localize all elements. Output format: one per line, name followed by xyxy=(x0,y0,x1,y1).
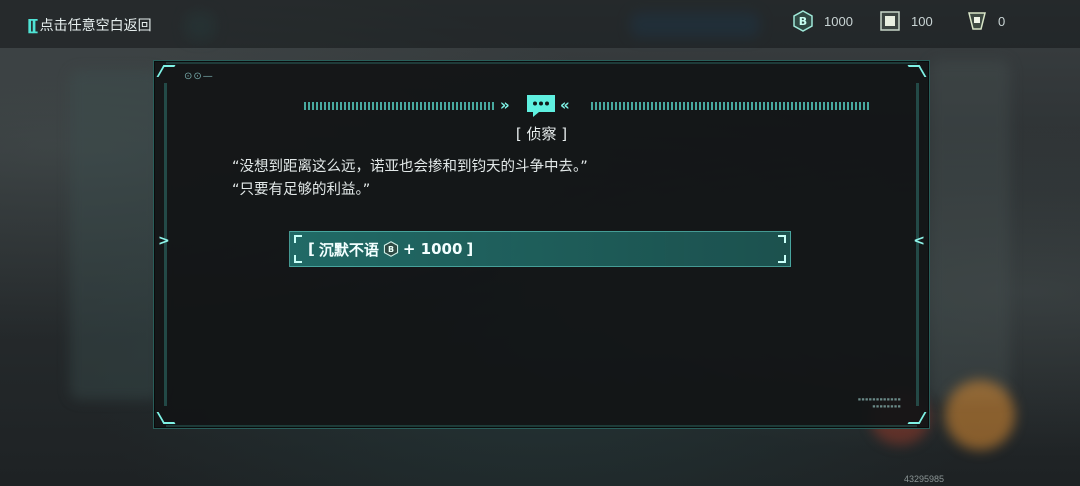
choice-corner xyxy=(294,235,302,243)
ticket-count: 0 xyxy=(998,13,1006,29)
chat-bubble-icon xyxy=(527,95,555,117)
coin-count: 1000 xyxy=(824,13,853,29)
chip-icon xyxy=(879,10,901,32)
corner-bottom-left xyxy=(156,412,176,424)
ticket-icon xyxy=(966,10,988,32)
choice-option-silent[interactable]: [ 沉默不语 B + 1000 ] xyxy=(289,231,791,267)
dialog-title: [ 侦察 ] xyxy=(515,125,568,143)
corner-top-left xyxy=(156,65,176,77)
choice-content: [ 沉默不语 B + 1000 ] xyxy=(308,239,473,260)
dialogue-text: “没想到距离这么远，诺亚也会掺和到钧天的斗争中去。” “只要有足够的利益。” xyxy=(232,156,588,202)
dialogue-line: “没想到距离这么远，诺亚也会掺和到钧天的斗争中去。” xyxy=(232,159,588,175)
bracket-icon: [[ xyxy=(27,15,39,35)
dialog-panel: > < ⊙⊙— » « [ 侦察 ] “没想到距离这么远，诺亚也会掺和到钧天的斗… xyxy=(153,60,930,429)
dialogue-line: “只要有足够的利益。” xyxy=(232,182,371,198)
chip-count: 100 xyxy=(911,13,933,29)
choice-corner xyxy=(778,235,786,243)
coin-icon: B xyxy=(792,10,814,32)
top-bar: [[ 点击任意空白返回 B 1000 100 0 xyxy=(0,0,1080,48)
resource-chip[interactable]: 100 xyxy=(879,10,933,32)
corner-bottom-right xyxy=(907,412,927,424)
resource-ticket[interactable]: 0 xyxy=(966,10,1005,32)
right-arrow-icon: < xyxy=(913,233,925,249)
choice-bracket-close: ] xyxy=(466,240,474,258)
choice-corner xyxy=(778,255,786,263)
dialog-header: » « xyxy=(304,94,869,118)
corner-top-right xyxy=(907,65,927,77)
resource-coin[interactable]: B 1000 xyxy=(792,10,853,32)
header-stripe-left xyxy=(304,102,496,110)
header-stripe-right xyxy=(591,102,869,110)
chevron-left-icon: « xyxy=(560,96,570,114)
panel-bottom-line xyxy=(166,425,917,427)
left-arrow-icon: > xyxy=(158,233,170,249)
dots-icon: ⊙⊙— xyxy=(184,71,214,82)
back-button[interactable]: [[ 点击任意空白返回 xyxy=(27,15,152,35)
decorative-barcode: ▪▪▪▪▪▪▪▪▪▪▪▪ ▪▪▪▪▪▪▪▪ xyxy=(857,396,901,410)
svg-text:B: B xyxy=(799,15,807,28)
back-label: 点击任意空白返回 xyxy=(39,18,152,34)
choice-bracket-open: [ xyxy=(308,240,315,258)
choice-reward: + 1000 xyxy=(402,240,463,258)
choice-label: 沉默不语 xyxy=(318,240,379,259)
choice-corner xyxy=(294,255,302,263)
panel-top-line xyxy=(166,62,917,64)
chevron-right-icon: » xyxy=(500,96,510,114)
svg-text:B: B xyxy=(388,245,394,254)
coin-icon: B xyxy=(383,241,399,257)
footer-id: 43295985 xyxy=(903,474,944,484)
